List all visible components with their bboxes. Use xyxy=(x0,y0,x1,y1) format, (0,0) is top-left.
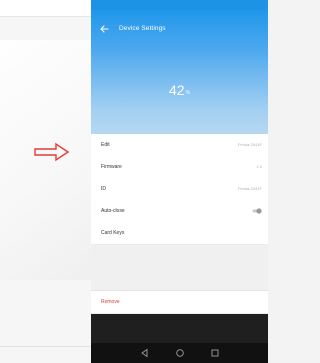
nav-recents-icon[interactable] xyxy=(209,347,221,359)
background-panel xyxy=(0,0,91,363)
nav-back-icon[interactable] xyxy=(139,347,151,359)
back-arrow-icon[interactable] xyxy=(98,22,112,36)
settings-row-label: Card Keys xyxy=(101,230,125,236)
settings-row-firmware[interactable]: Firmware 1.0 xyxy=(91,156,268,179)
settings-row-edit[interactable]: Edit Fenda-2041F xyxy=(91,134,268,157)
android-nav-bar xyxy=(91,343,268,363)
settings-row-value: 1.0 xyxy=(256,164,262,169)
settings-row-label: Auto-close xyxy=(101,208,125,214)
remove-button[interactable]: Remove xyxy=(91,290,268,314)
settings-row-id[interactable]: ID Fenda-2041F xyxy=(91,178,268,201)
status-bar xyxy=(91,0,268,10)
settings-row-label: Firmware xyxy=(101,164,122,170)
battery-unit: % xyxy=(185,90,191,96)
background-topbar xyxy=(0,0,91,17)
auto-close-toggle[interactable] xyxy=(252,208,262,214)
settings-row-value: Fenda-2041F xyxy=(237,186,262,191)
device-header: Device Settings 42% xyxy=(91,10,268,134)
settings-row-auto-close[interactable]: Auto-close xyxy=(91,200,268,223)
background-divider xyxy=(0,346,91,347)
phone-screen: Device Settings 42% Edit Fenda-2041F Fir… xyxy=(91,0,268,363)
settings-row-label: ID xyxy=(101,186,106,192)
settings-row-label: Edit xyxy=(101,142,110,148)
settings-row-card-keys[interactable]: Card Keys xyxy=(91,222,268,245)
remove-label: Remove xyxy=(101,299,120,305)
page-title: Device Settings xyxy=(119,25,166,32)
right-arrow-icon xyxy=(34,142,70,162)
battery-level: 42% xyxy=(91,82,268,101)
nav-home-icon[interactable] xyxy=(174,347,186,359)
settings-list: Edit Fenda-2041F Firmware 1.0 ID Fenda-2… xyxy=(91,134,268,314)
settings-row-value: Fenda-2041F xyxy=(237,142,262,147)
battery-value: 42 xyxy=(168,82,185,98)
